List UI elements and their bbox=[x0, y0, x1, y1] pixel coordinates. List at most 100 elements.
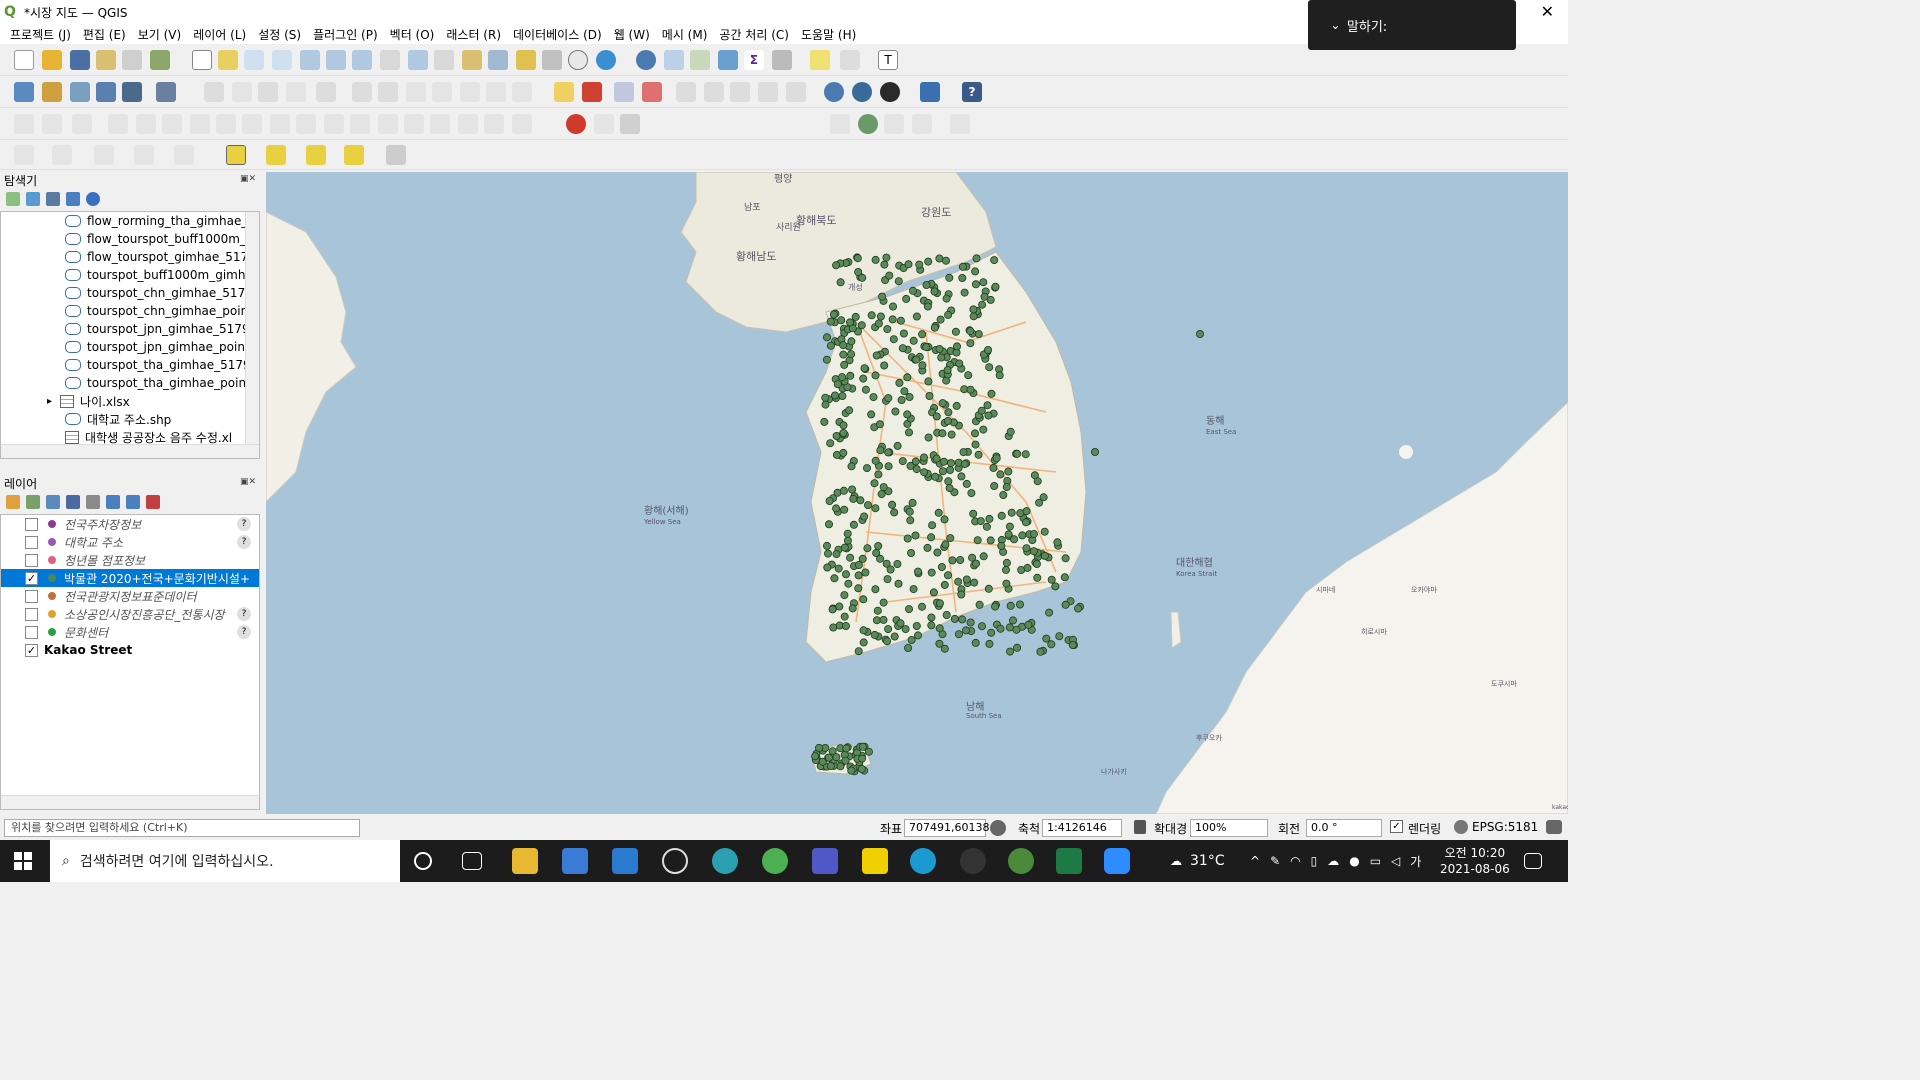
museum-marker[interactable] bbox=[1074, 604, 1083, 613]
redo-icon[interactable] bbox=[512, 82, 532, 102]
fill-ring-icon[interactable] bbox=[136, 114, 156, 134]
museum-marker[interactable] bbox=[845, 406, 854, 415]
delete-part-icon[interactable] bbox=[190, 114, 210, 134]
museum-marker[interactable] bbox=[942, 294, 951, 303]
museum-marker[interactable] bbox=[997, 511, 1006, 520]
museum-marker[interactable] bbox=[854, 571, 863, 580]
museum-marker[interactable] bbox=[937, 562, 946, 571]
properties-info-icon[interactable] bbox=[86, 192, 100, 206]
museum-marker[interactable] bbox=[832, 753, 841, 762]
museum-marker[interactable] bbox=[914, 631, 923, 640]
rotate-feature-icon[interactable] bbox=[512, 114, 532, 134]
windows-start-icon[interactable] bbox=[14, 852, 32, 870]
museum-marker[interactable] bbox=[970, 578, 979, 587]
select-features-icon[interactable] bbox=[226, 145, 246, 165]
museum-marker[interactable] bbox=[979, 278, 988, 287]
museum-marker[interactable] bbox=[858, 754, 867, 763]
show-bookmarks-icon[interactable] bbox=[542, 50, 562, 70]
new-spatialite-layer-icon[interactable] bbox=[96, 82, 116, 102]
identify-features-icon[interactable] bbox=[636, 50, 656, 70]
paste-features-icon[interactable] bbox=[460, 82, 480, 102]
museum-marker[interactable] bbox=[876, 446, 885, 455]
tracing-icon[interactable] bbox=[912, 114, 932, 134]
museum-marker[interactable] bbox=[838, 373, 847, 382]
museum-marker[interactable] bbox=[924, 433, 933, 442]
museum-marker[interactable] bbox=[854, 584, 863, 593]
browser-vertical-scrollbar[interactable] bbox=[245, 212, 259, 458]
museum-marker[interactable] bbox=[997, 541, 1006, 550]
phone-icon[interactable]: ▯ bbox=[1311, 854, 1318, 868]
zoom-next-icon[interactable] bbox=[434, 50, 454, 70]
layer-item[interactable]: 전국관광지정보표준데이터 bbox=[1, 587, 259, 605]
museum-marker[interactable] bbox=[878, 292, 887, 301]
museum-marker[interactable] bbox=[820, 417, 829, 426]
museum-marker[interactable] bbox=[1004, 467, 1013, 476]
browser-tree[interactable]: flow_rorming_tha_gimhae_51 flow_tourspot_… bbox=[0, 211, 260, 459]
museum-marker[interactable] bbox=[941, 540, 950, 549]
museum-marker[interactable] bbox=[1032, 559, 1041, 568]
search-qms-icon[interactable] bbox=[852, 82, 872, 102]
museum-marker[interactable] bbox=[966, 327, 975, 336]
museum-marker[interactable] bbox=[947, 459, 956, 468]
museum-marker[interactable] bbox=[894, 277, 903, 286]
museum-marker[interactable] bbox=[940, 644, 949, 653]
museum-marker[interactable] bbox=[904, 260, 913, 269]
delete-selected-icon[interactable] bbox=[378, 82, 398, 102]
museum-marker[interactable] bbox=[839, 341, 848, 350]
zoom-in-icon[interactable] bbox=[244, 50, 264, 70]
ime-indicator[interactable]: 가 bbox=[1410, 853, 1421, 870]
museum-marker[interactable] bbox=[990, 481, 999, 490]
museum-marker[interactable] bbox=[935, 254, 944, 263]
toggle-extents-icon[interactable] bbox=[990, 820, 1006, 836]
toggle-editing-icon[interactable] bbox=[232, 82, 252, 102]
museum-marker[interactable] bbox=[971, 267, 980, 276]
menu-edit[interactable]: 편집 (E) bbox=[77, 26, 132, 43]
museum-marker[interactable] bbox=[944, 310, 953, 319]
unknown-crs-icon[interactable]: ? bbox=[237, 607, 251, 621]
browser-item[interactable]: tourspot_chn_gimhae_5179.sl bbox=[1, 284, 259, 302]
museum-marker[interactable] bbox=[894, 579, 903, 588]
label-properties-icon[interactable] bbox=[758, 82, 778, 102]
museum-marker[interactable] bbox=[945, 484, 954, 493]
museum-marker[interactable] bbox=[909, 585, 918, 594]
museum-marker[interactable] bbox=[944, 477, 953, 486]
museum-marker[interactable] bbox=[964, 371, 973, 380]
museum-marker[interactable] bbox=[962, 575, 971, 584]
expand-all-icon[interactable] bbox=[106, 495, 120, 509]
clock[interactable]: 오전 10:20 2021-08-06 bbox=[1440, 840, 1510, 882]
museum-marker[interactable] bbox=[959, 448, 968, 457]
menu-vector[interactable]: 벡터 (O) bbox=[384, 26, 441, 43]
museum-marker[interactable] bbox=[877, 490, 886, 499]
museum-marker[interactable] bbox=[884, 394, 893, 403]
museum-marker[interactable] bbox=[879, 598, 888, 607]
pen-icon[interactable]: ✎ bbox=[1270, 854, 1280, 868]
museum-marker[interactable] bbox=[851, 312, 860, 321]
museum-marker[interactable] bbox=[999, 490, 1008, 499]
museum-marker[interactable] bbox=[884, 462, 893, 471]
museum-marker[interactable] bbox=[829, 310, 838, 319]
museum-marker[interactable] bbox=[960, 288, 969, 297]
topological-editing-icon[interactable] bbox=[830, 114, 850, 134]
museum-marker[interactable] bbox=[987, 389, 996, 398]
museum-marker[interactable] bbox=[883, 575, 892, 584]
museum-marker[interactable] bbox=[1055, 632, 1064, 641]
museum-marker[interactable] bbox=[966, 339, 975, 348]
museum-marker[interactable] bbox=[839, 448, 848, 457]
lock-scale-icon[interactable] bbox=[1134, 820, 1146, 834]
museum-marker[interactable] bbox=[989, 463, 998, 472]
museum-marker[interactable] bbox=[835, 602, 844, 611]
settings-gear-icon[interactable] bbox=[662, 848, 688, 874]
museum-marker[interactable] bbox=[824, 753, 833, 762]
museum-marker[interactable] bbox=[986, 536, 995, 545]
layer-item[interactable]: 문화센터? bbox=[1, 623, 259, 641]
museum-marker[interactable] bbox=[928, 521, 937, 530]
add-ring-icon[interactable] bbox=[72, 114, 92, 134]
menu-help[interactable]: 도움말 (H) bbox=[795, 26, 862, 43]
museum-marker[interactable] bbox=[854, 647, 863, 656]
museum-marker[interactable] bbox=[821, 400, 830, 409]
cortana-icon[interactable] bbox=[414, 852, 432, 870]
museum-marker[interactable] bbox=[958, 262, 967, 271]
museum-marker[interactable] bbox=[927, 568, 936, 577]
museum-marker[interactable] bbox=[875, 420, 884, 429]
select-by-value-icon[interactable] bbox=[266, 145, 286, 165]
